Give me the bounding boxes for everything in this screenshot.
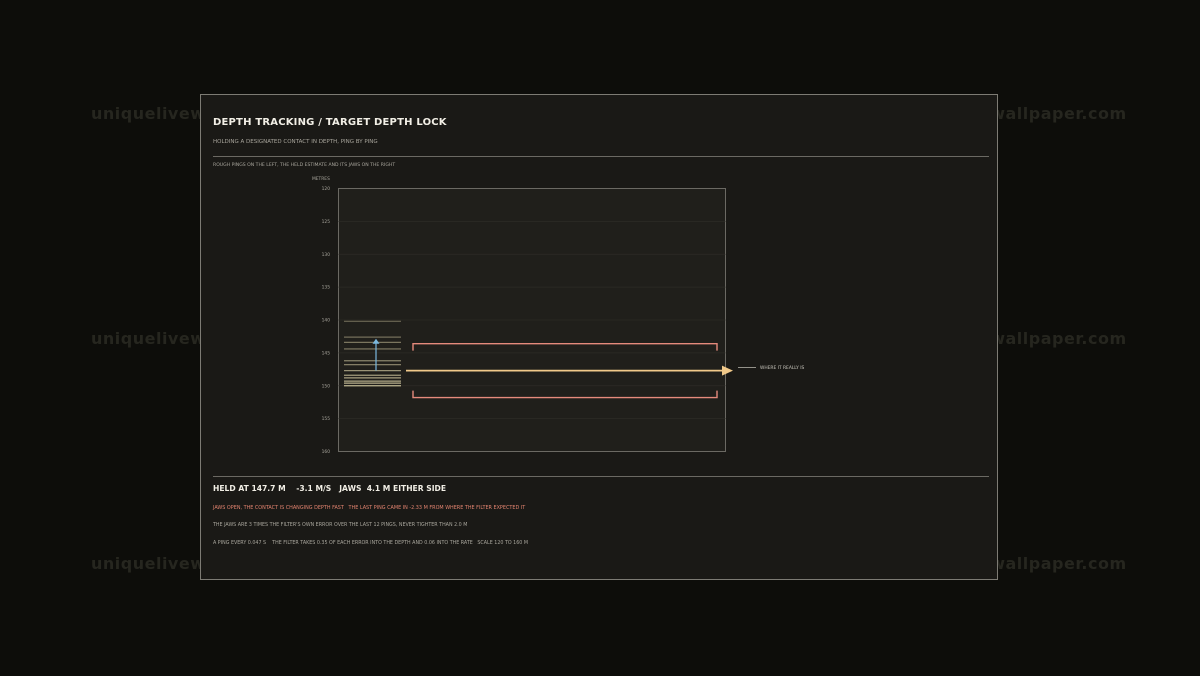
y-tick-label: 140: [322, 318, 331, 324]
y-tick-label: 150: [322, 383, 331, 389]
y-tick-label: 145: [322, 350, 331, 356]
true-depth-label: WHERE IT REALLY IS: [760, 365, 805, 371]
y-tick-label: 160: [322, 449, 331, 455]
status-divider: [213, 476, 989, 477]
jaws-note: THE JAWS ARE 3 TIMES THE FILTER'S OWN ER…: [213, 523, 468, 528]
depth-tracking-panel: DEPTH TRACKING / TARGET DEPTH LOCK HOLDI…: [200, 94, 998, 580]
held-readout: HELD AT 147.7 M -3.1 M/S JAWS 4.1 M EITH…: [213, 484, 447, 493]
y-tick-label: 155: [322, 416, 331, 422]
y-tick-label: 135: [322, 285, 331, 291]
jaws-warning: JAWS OPEN, THE CONTACT IS CHANGING DEPTH…: [213, 505, 526, 511]
y-tick-label: 125: [322, 219, 331, 225]
depth-chart: METRES 120 125 130 135 140 145 150 155 160 WHERE…: [312, 176, 805, 455]
y-tick-label: 130: [322, 252, 331, 258]
y-tick-label: 120: [322, 186, 331, 192]
held-estimate-arrowhead: [722, 365, 733, 376]
filter-note: A PING EVERY 0.047 S THE FILTER TAKES 0.…: [213, 541, 528, 546]
y-axis-label: METRES: [312, 176, 330, 182]
